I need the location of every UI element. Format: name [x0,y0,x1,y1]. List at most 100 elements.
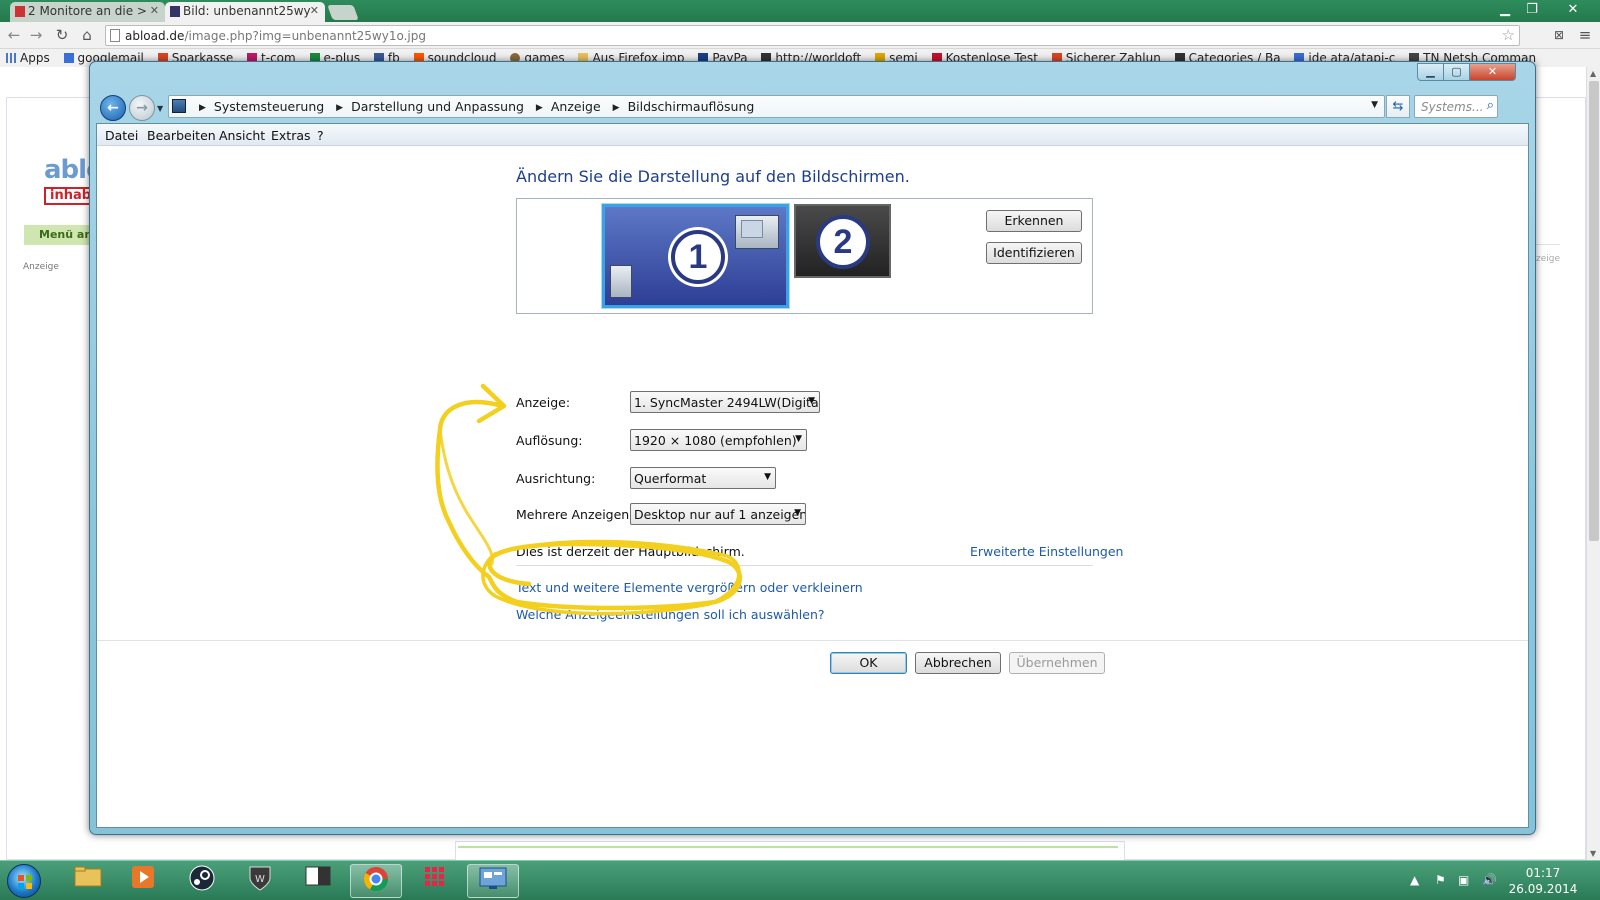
bookmark-star-icon[interactable]: ☆ [1502,26,1515,44]
chevron-down-icon: ▼ [795,434,802,444]
display-label: Anzeige: [516,395,571,410]
page-icon [110,29,120,42]
resolution-label: Auflösung: [516,433,583,448]
window-minimize-button[interactable]: ▁ [1417,63,1444,81]
menu-bar: Datei Bearbeiten Ansicht Extras ? [97,124,1528,146]
action-center-flag-icon[interactable]: ⚑ [1435,873,1446,887]
world-of-tanks-icon[interactable]: W [234,864,286,898]
window-switcher-icon[interactable] [292,864,344,898]
page-content-box [455,841,1125,860]
control-panel-taskbar-icon[interactable] [467,864,519,898]
page-scrollbar[interactable]: ▲ ▼ [1586,67,1600,860]
breadcrumb: ▶ Systemsteuerung ▶ Darstellung und Anpass… [199,99,755,114]
breadcrumb-systemsteuerung[interactable]: Systemsteuerung [214,99,324,114]
detect-button[interactable]: Erkennen [986,210,1082,232]
menu-bearbeiten[interactable]: Bearbeiten [147,128,216,143]
extension-icon[interactable]: ⊠ [1549,25,1569,45]
window-close-button[interactable]: ✕ [1469,63,1516,81]
page-title: Ändern Sie die Darstellung auf den Bilds… [516,167,910,186]
scroll-down-icon[interactable]: ▼ [1590,849,1596,858]
ad-label: zeige [1536,254,1561,264]
media-player-icon[interactable] [117,864,169,898]
resolution-select[interactable]: 1920 × 1080 (empfohlen) ▼ [630,429,807,451]
tray-expand-icon[interactable]: ▲ [1410,873,1419,887]
menu-extras[interactable]: Extras [271,128,311,143]
scroll-up-icon[interactable]: ▲ [1590,69,1596,78]
home-icon[interactable]: ⌂ [77,25,97,45]
scrollbar-thumb[interactable] [1589,81,1599,541]
address-dropdown-icon[interactable]: ▼ [1371,100,1378,110]
refresh-icon[interactable]: ⇆ [1386,95,1410,118]
control-panel-icon [172,99,186,113]
monitor-2[interactable]: 2 [794,204,891,278]
app-grid-icon[interactable] [408,864,460,898]
window-preview-icon [610,265,632,298]
reload-icon[interactable]: ↻ [52,25,72,45]
explorer-folder-icon[interactable] [62,864,114,898]
menu-ansicht[interactable]: Ansicht [219,128,265,143]
windows-logo-icon [18,875,32,889]
start-button[interactable] [7,864,41,898]
clock-time: 01:17 [1525,866,1561,880]
breadcrumb-darstellung[interactable]: Darstellung und Anpassung [351,99,524,114]
which-settings-link[interactable]: Welche Anzeigeeinstellungen soll ich aus… [516,607,825,622]
volume-icon[interactable]: 🔊 [1482,873,1497,887]
forward-icon[interactable]: → [26,25,46,45]
forward-arrow-icon[interactable]: → [129,95,155,121]
tab-monitore[interactable]: 2 Monitore an die > ✕ [10,2,165,22]
tab-close-icon[interactable]: ✕ [310,4,319,17]
identify-button[interactable]: Identifizieren [986,242,1082,264]
divider [516,565,1093,566]
bookmark-apps[interactable]: Apps [6,49,50,67]
divider [97,640,1528,641]
tab-close-icon[interactable]: ✕ [150,4,159,17]
tab-bild[interactable]: Bild: unbenannt25wy ✕ [165,2,325,22]
search-icon[interactable]: ⌕ [1487,98,1494,113]
ad-label: Anzeige [23,262,59,272]
display-select-value: 1. SyncMaster 2494LW(Digital) [634,395,820,410]
tab-favicon-icon [170,6,180,17]
text-size-link[interactable]: Text und weitere Elemente vergrößern ode… [516,580,863,595]
orientation-select-value: Querformat [634,471,707,486]
chrome-icon[interactable] [350,864,402,898]
back-icon[interactable]: ← [4,25,24,45]
breadcrumb-anzeige[interactable]: Anzeige [551,99,601,114]
breadcrumb-bildschirmaufloesung[interactable]: Bildschirmauflösung [628,99,755,114]
monitor-arrangement: 1 2 Erkennen Identifizieren [516,198,1093,314]
url-text: abload.de/image.php?img=unbenannt25wy1o.… [125,29,426,43]
browser-close-button[interactable]: ✕ [1560,0,1586,20]
multiple-displays-select[interactable]: Desktop nur auf 1 anzeigen ▼ [630,503,806,525]
browser-restore-button[interactable]: ❐ [1519,0,1545,20]
taskbar: W ▲ ⚑ ▣ 🔊 01:17 26.09.2014 [0,860,1600,900]
chevron-down-icon: ▼ [794,508,801,518]
monitor-1[interactable]: 1 [602,204,789,308]
resolution-select-value: 1920 × 1080 (empfohlen) [634,433,797,448]
new-tab-button[interactable] [327,5,359,20]
menu-help[interactable]: ? [317,128,324,143]
menu-icon[interactable]: ≡ [1575,25,1595,45]
window-preview-icon [735,215,779,249]
search-input[interactable]: Systems... ⌕ [1414,95,1498,118]
recent-pages-dropdown-icon[interactable]: ▼ [157,104,163,113]
ok-button[interactable]: OK [830,652,907,674]
search-placeholder: Systems... [1421,100,1484,114]
advanced-settings-link[interactable]: Erweiterte Einstellungen [970,544,1123,559]
tab-label: 2 Monitore an die > [28,4,147,18]
cancel-button[interactable]: Abbrechen [915,652,1001,674]
display-select[interactable]: 1. SyncMaster 2494LW(Digital) ▼ [630,391,820,413]
steam-icon[interactable] [176,864,228,898]
browser-toolbar: ← → ↻ ⌂ abload.de/image.php?img=unbenann… [0,22,1600,49]
explorer-address-bar[interactable]: ▶ Systemsteuerung ▶ Darstellung und Anpass… [168,95,1385,118]
browser-minimize-button[interactable]: ▁ [1492,0,1518,20]
multiple-displays-select-value: Desktop nur auf 1 anzeigen [634,507,806,522]
orientation-select[interactable]: Querformat ▼ [630,467,776,489]
menu-datei[interactable]: Datei [105,128,138,143]
network-icon[interactable]: ▣ [1458,873,1469,887]
window-maximize-button[interactable]: ▢ [1443,63,1470,81]
back-arrow-icon[interactable]: ← [100,95,126,121]
multiple-displays-label: Mehrere Anzeigen: [516,507,634,522]
address-bar[interactable]: abload.de/image.php?img=unbenannt25wy1o.… [105,25,1520,46]
menu-button[interactable]: Menü an [24,225,94,245]
taskbar-clock[interactable]: 01:17 26.09.2014 [1508,865,1578,897]
apply-button[interactable]: Übernehmen [1009,652,1105,674]
